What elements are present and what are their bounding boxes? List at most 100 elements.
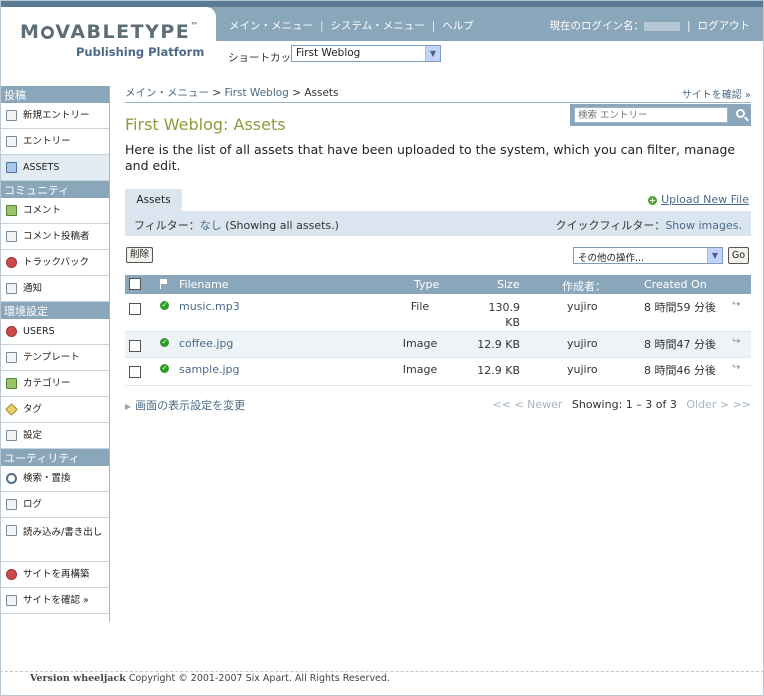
triangle-right-icon: ▶ [125, 402, 132, 411]
select-all-checkbox[interactable] [129, 278, 141, 290]
commenter-icon [6, 231, 17, 242]
view-asset-icon[interactable]: ↪ [732, 299, 740, 310]
go-button[interactable]: Go [728, 247, 749, 264]
more-actions-value: その他の操作... [578, 253, 645, 264]
page-title: First Weblog: Assets [125, 115, 286, 134]
logo-subtitle: Publishing Platform [76, 45, 205, 59]
sidebar-item-tags[interactable]: タグ [0, 397, 109, 423]
view-site-link[interactable]: サイトを確認 » [682, 86, 751, 101]
blog-shortcut-select[interactable]: First Weblog ▼ [291, 45, 441, 62]
asset-created-on: 8 時間46 分後 [644, 364, 716, 377]
sidebar-item-rebuild[interactable]: サイトを再構築 [0, 562, 109, 588]
filter-value[interactable]: なし [200, 219, 222, 232]
log-icon [6, 499, 17, 510]
sidebar-item-users[interactable]: USERS [0, 319, 109, 345]
asset-author: yujiro [567, 300, 598, 313]
published-icon: ✓ [160, 301, 169, 310]
delete-button[interactable]: 削除 [126, 247, 154, 263]
filter-status: フィルター：なし (Showing all assets.) [134, 217, 339, 233]
trackback-icon [6, 257, 17, 268]
sidebar-item-comments[interactable]: コメント [0, 198, 109, 224]
document-icon [6, 136, 17, 147]
shortcut-bar: ショートカット： First Weblog ▼ [216, 41, 764, 69]
pager-first[interactable]: << [492, 398, 510, 411]
row-checkbox[interactable] [129, 366, 141, 378]
pagination: << < Newer Showing: 1 – 3 of 3 Older > >… [492, 398, 751, 411]
plus-icon: + [648, 195, 658, 205]
pager-older[interactable]: Older > [686, 398, 729, 411]
comment-icon [6, 205, 17, 216]
chevron-down-icon[interactable]: ▼ [425, 46, 440, 61]
footer: Version wheeljack Copyright © 2001-2007 … [30, 673, 390, 684]
rebuild-icon [6, 569, 17, 580]
display-settings-link[interactable]: ▶ 画面の表示設定を変更 [125, 397, 245, 413]
footer-divider [0, 671, 764, 672]
copyright-text: Copyright © 2001-2007 Six Apart. All Rig… [128, 673, 390, 684]
page-description: Here is the list of all assets that have… [125, 142, 736, 173]
pager-last[interactable]: >> [733, 398, 751, 411]
nav-help[interactable]: ヘルプ [442, 20, 474, 32]
column-type[interactable]: Type [414, 278, 439, 291]
column-size[interactable]: Size [497, 278, 520, 291]
sidebar-section-community: コミュニティ [0, 181, 109, 198]
pager-status: Showing: 1 – 3 of 3 [571, 398, 677, 411]
category-icon [6, 378, 17, 389]
column-filename[interactable]: Filename [179, 278, 229, 291]
table-footer: ▶ 画面の表示設定を変更 << < Newer Showing: 1 – 3 of… [125, 396, 751, 414]
quick-filter-show-images[interactable]: Show images. [665, 219, 742, 232]
sidebar-item-trackbacks[interactable]: トラックバック [0, 250, 109, 276]
view-asset-icon[interactable]: ↪ [732, 362, 740, 373]
column-author[interactable]: 作成者： [562, 278, 606, 294]
sidebar-item-templates[interactable]: テンプレート [0, 345, 109, 371]
sidebar-item-config[interactable]: 設定 [0, 423, 109, 449]
view-asset-icon[interactable]: ↪ [732, 336, 740, 347]
breadcrumb-separator: > [292, 87, 301, 99]
more-actions-select[interactable]: その他の操作... ▼ [573, 247, 723, 264]
breadcrumb: メイン・メニュー > First Weblog > Assets [125, 85, 339, 100]
sidebar-section-utilities: ユーティリティ [0, 449, 109, 466]
row-checkbox[interactable] [129, 340, 141, 352]
user-nav: 現在のログイン名： | ログアウト [549, 20, 751, 32]
logout-link[interactable]: ログアウト [698, 20, 751, 32]
sidebar-item-notifications[interactable]: 通知 [0, 276, 109, 302]
tab-assets[interactable]: Assets [125, 189, 182, 211]
quick-filter-label: クイックフィルター： [555, 219, 666, 232]
logo[interactable]: M VABLETYPE™ Publishing Platform [0, 7, 216, 69]
asset-size: 12.9 KB [477, 364, 520, 377]
nav-main-menu[interactable]: メイン・メニュー [229, 20, 313, 32]
search-icon[interactable] [736, 109, 745, 118]
breadcrumb-blog[interactable]: First Weblog [225, 87, 289, 99]
pager-newer[interactable]: < Newer [514, 398, 562, 411]
asset-filename-link[interactable]: sample.jpg [179, 363, 240, 376]
divider [125, 102, 751, 103]
asset-created-on: 8 時間47 分後 [644, 338, 716, 351]
asset-size: 12.9 KB [477, 338, 520, 351]
sidebar-item-view-site[interactable]: サイトを確認 » [0, 588, 109, 614]
chevron-down-icon[interactable]: ▼ [707, 248, 722, 263]
nav-system-menu[interactable]: システム・メニュー [331, 20, 425, 32]
sidebar-item-assets[interactable]: ASSETS [0, 155, 109, 181]
sidebar-item-search-replace[interactable]: 検索・置換 [0, 466, 109, 492]
filter-label: フィルター： [134, 219, 200, 232]
asset-filename-link[interactable]: coffee.jpg [179, 337, 233, 350]
sidebar-item-log[interactable]: ログ [0, 492, 109, 518]
sidebar-item-import-export[interactable]: 読み込み/書き出し [0, 518, 109, 562]
template-icon [6, 352, 17, 363]
column-created-on[interactable]: Created On [644, 278, 707, 291]
table-row: ✓ music.mp3 File 130.9 KB yujiro 8 時間59 分… [125, 294, 751, 332]
search-input[interactable] [574, 107, 728, 123]
sidebar-item-new-entry[interactable]: 新規エントリー [0, 103, 109, 129]
tag-icon [5, 403, 18, 416]
shortcut-value: First Weblog [296, 47, 361, 59]
row-checkbox[interactable] [129, 303, 141, 315]
top-strip [0, 0, 764, 7]
sidebar-item-categories[interactable]: カテゴリー [0, 371, 109, 397]
breadcrumb-main-menu[interactable]: メイン・メニュー [125, 87, 209, 99]
sidebar-item-commenters[interactable]: コメント投稿者 [0, 224, 109, 250]
sidebar-item-entries[interactable]: エントリー [0, 129, 109, 155]
asset-filename-link[interactable]: music.mp3 [179, 300, 240, 313]
mail-icon [6, 283, 17, 294]
flag-icon [160, 279, 168, 289]
table-header: Filename Type Size 作成者： Created On [125, 275, 751, 294]
upload-new-file-link[interactable]: + Upload New File [648, 193, 749, 206]
